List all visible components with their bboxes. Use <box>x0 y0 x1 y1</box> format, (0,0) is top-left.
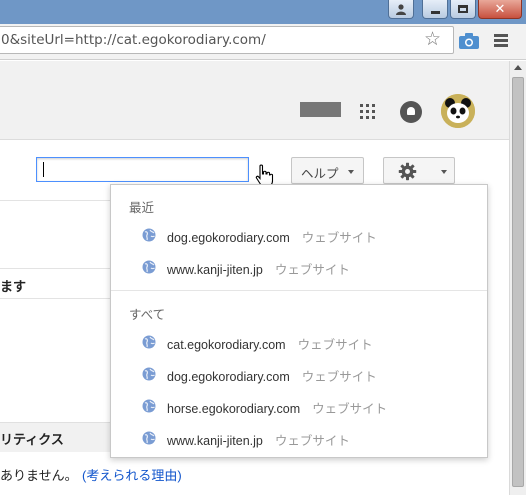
avatar[interactable] <box>441 94 475 128</box>
chevron-down-icon <box>348 170 354 174</box>
panda-avatar-icon <box>441 94 475 128</box>
scrollbar-thumb[interactable] <box>512 77 524 487</box>
user-profile-button[interactable] <box>388 0 414 19</box>
browser-menu-icon[interactable] <box>494 34 508 48</box>
section-text: ます <box>0 279 27 294</box>
close-button[interactable]: ✕ <box>478 0 522 19</box>
help-button-label: ヘルプ <box>301 167 339 181</box>
option-type: ウェブサイト <box>297 338 373 352</box>
possible-reasons-link[interactable]: (考えられる理由) <box>82 465 182 484</box>
bookmark-star-icon[interactable]: ☆ <box>424 30 441 49</box>
dropdown-option[interactable]: dog.egokorodiary.com ウェブサイト <box>111 360 487 388</box>
option-domain: cat.egokorodiary.com <box>167 338 286 352</box>
divider <box>0 200 110 201</box>
window-titlebar: ✕ <box>0 0 526 24</box>
option-domain: www.kanji-jiten.jp <box>167 434 263 448</box>
camera-icon[interactable] <box>459 33 479 49</box>
divider <box>0 268 110 269</box>
dropdown-option[interactable]: cat.egokorodiary.com ウェブサイト <box>111 328 487 356</box>
analytics-section-title: リティクス <box>0 432 64 447</box>
option-type: ウェブサイト <box>274 434 350 448</box>
option-domain: dog.egokorodiary.com <box>167 370 290 384</box>
notification-bell-icon[interactable] <box>400 101 422 123</box>
analytics-section-header: リティクス <box>0 422 110 452</box>
page-scrollbar[interactable] <box>509 61 526 495</box>
option-type: ウェブサイト <box>312 402 388 416</box>
globe-icon <box>142 228 156 242</box>
maximize-button[interactable] <box>450 0 476 19</box>
gear-icon <box>398 162 417 181</box>
section-divider <box>111 290 487 291</box>
globe-icon <box>142 431 156 445</box>
option-type: ウェブサイト <box>301 231 377 245</box>
window-controls: ✕ <box>388 0 522 19</box>
globe-icon <box>142 260 156 274</box>
property-search-input[interactable] <box>36 157 249 182</box>
globe-icon <box>142 335 156 349</box>
close-icon: ✕ <box>494 1 506 17</box>
divider <box>0 298 110 299</box>
text-caret <box>43 162 44 177</box>
url-text: 0&siteUrl=http://cat.egokorodiary.com/ <box>1 32 266 48</box>
chevron-down-icon <box>441 170 447 174</box>
minimize-button[interactable] <box>422 0 448 19</box>
option-type: ウェブサイト <box>301 370 377 384</box>
recent-section-label: 最近 <box>129 201 155 215</box>
globe-icon <box>142 399 156 413</box>
dropdown-option[interactable]: dog.egokorodiary.com ウェブサイト <box>111 221 487 249</box>
dropdown-option[interactable]: www.kanji-jiten.jp ウェブサイト <box>111 253 487 281</box>
no-data-text: ありません。 <box>0 468 78 483</box>
app-header <box>0 61 510 140</box>
address-bar[interactable]: 0&siteUrl=http://cat.egokorodiary.com/ ☆ <box>0 26 454 54</box>
settings-button[interactable] <box>383 157 455 184</box>
account-name-bar[interactable] <box>300 102 341 117</box>
minimize-icon <box>430 10 440 14</box>
scroll-up-arrow-icon[interactable] <box>514 65 522 70</box>
globe-icon <box>142 367 156 381</box>
dropdown-option[interactable]: www.kanji-jiten.jp ウェブサイト <box>111 424 487 452</box>
user-icon <box>396 4 406 15</box>
all-section-label: すべて <box>129 308 166 322</box>
option-domain: www.kanji-jiten.jp <box>167 263 263 277</box>
option-domain: dog.egokorodiary.com <box>167 231 290 245</box>
dropdown-option[interactable]: horse.egokorodiary.com ウェブサイト <box>111 392 487 420</box>
help-button[interactable]: ヘルプ <box>291 157 364 184</box>
maximize-icon <box>458 5 468 13</box>
property-dropdown: 最近 dog.egokorodiary.com ウェブサイト www.kanji-… <box>110 184 488 458</box>
apps-grid-icon[interactable] <box>360 104 375 119</box>
option-type: ウェブサイト <box>274 263 350 277</box>
option-domain: horse.egokorodiary.com <box>167 402 301 416</box>
